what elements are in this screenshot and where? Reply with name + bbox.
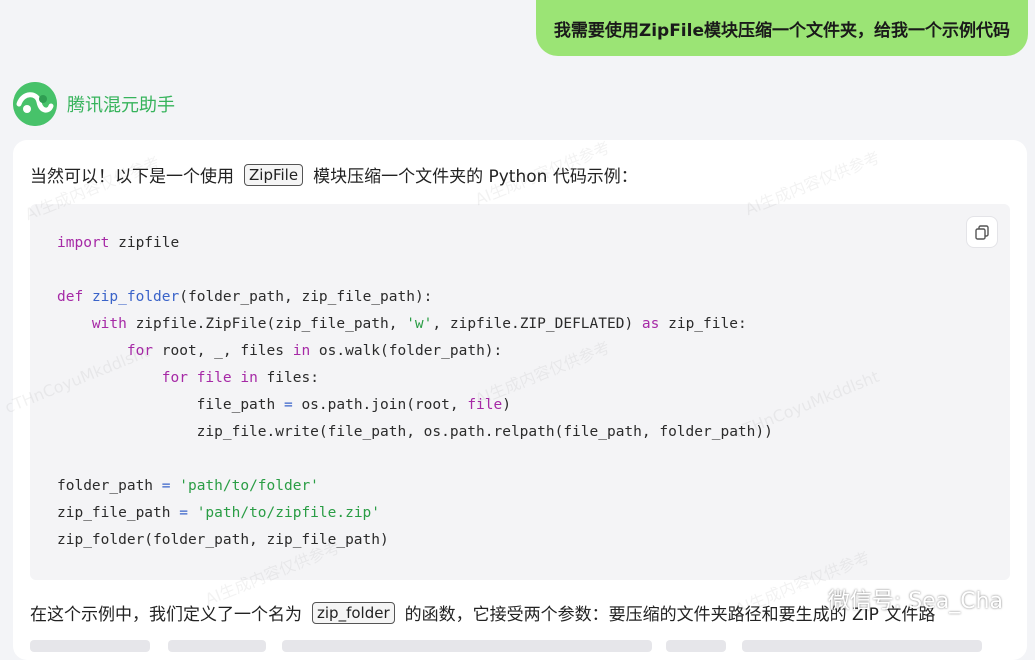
code-line: def zip_folder(folder_path, zip_file_pat… xyxy=(57,284,773,311)
code-token: zip_folder(folder_path, zip_file_path) xyxy=(57,532,389,548)
code-line: zip_file_path = 'path/to/zipfile.zip' xyxy=(57,500,773,527)
code-token: file xyxy=(467,397,503,413)
code-line: zip_folder(folder_path, zip_file_path) xyxy=(57,527,773,554)
code-line: file_path = os.path.join(root, file) xyxy=(57,392,773,419)
answer-intro: 当然可以！以下是一个使用 ZipFile 模块压缩一个文件夹的 Python 代… xyxy=(30,162,638,187)
partially-visible-line xyxy=(30,640,990,654)
code-token: zip_file: xyxy=(659,316,747,332)
code-line: for file in files: xyxy=(57,365,773,392)
code-token: 'path/to/folder' xyxy=(179,478,319,494)
code-token: (folder_path, zip_file_path): xyxy=(179,289,433,305)
code-token: os.path.join(root, xyxy=(292,397,468,413)
code-line: for root, _, files in os.walk(folder_pat… xyxy=(57,338,773,365)
code-token: = xyxy=(283,397,293,413)
code-token: zip_file_path xyxy=(57,505,180,521)
code-token: files: xyxy=(257,370,319,386)
code-token: in xyxy=(240,370,258,386)
user-message-text: 我需要使用ZipFile模块压缩一个文件夹，给我一个示例代码 xyxy=(553,20,1010,41)
inline-code-zipfile: ZipFile xyxy=(244,163,304,186)
code-token: = xyxy=(161,478,171,494)
assistant-header: 腾讯混元助手 xyxy=(13,82,175,126)
wechat-label: 微信号: Sea_Cha xyxy=(827,589,1003,614)
copy-icon xyxy=(975,225,989,240)
intro-text-before: 当然可以！以下是一个使用 xyxy=(30,167,234,187)
code-line: with zipfile.ZipFile(zip_file_path, 'w',… xyxy=(57,311,773,338)
code-token: 'w' xyxy=(406,316,433,332)
assistant-answer-card: 当然可以！以下是一个使用 ZipFile 模块压缩一个文件夹的 Python 代… xyxy=(13,140,1027,660)
wechat-watermark: 微信号: Sea_Cha xyxy=(793,583,1003,615)
code-token: ) xyxy=(502,397,511,413)
code-token: zipfile xyxy=(109,235,180,251)
code-token: with xyxy=(91,316,127,332)
code-content: import zipfile def zip_folder(folder_pat… xyxy=(57,230,773,554)
code-block: import zipfile def zip_folder(folder_pat… xyxy=(30,204,1010,580)
hunyuan-logo-icon xyxy=(13,82,57,126)
code-token: file_path xyxy=(57,397,284,413)
code-token: os.walk(folder_path): xyxy=(310,343,503,359)
code-line: zip_file.write(file_path, os.path.relpat… xyxy=(57,419,773,446)
code-token: import xyxy=(57,235,110,251)
code-token: for xyxy=(126,343,154,359)
code-token: as xyxy=(641,316,660,332)
wechat-icon xyxy=(793,588,820,609)
code-token: 'path/to/zipfile.zip' xyxy=(196,505,381,521)
code-token: = xyxy=(179,505,188,521)
code-token: zip_file.write(file_path, os.path.relpat… xyxy=(57,424,773,440)
assistant-name: 腾讯混元助手 xyxy=(67,95,175,116)
code-token: , zipfile.ZIP_DEFLATED) xyxy=(432,316,642,332)
inline-code-zip-folder: zip_folder xyxy=(312,601,395,624)
code-token: for xyxy=(161,370,188,386)
intro-text-after: 模块压缩一个文件夹的 Python 代码示例： xyxy=(313,167,638,187)
code-token: zipfile.ZipFile(zip_file_path, xyxy=(126,316,407,332)
code-line: folder_path = 'path/to/folder' xyxy=(57,473,773,500)
copy-code-button[interactable] xyxy=(966,216,998,248)
code-token: in xyxy=(292,343,311,359)
code-token: zip_folder xyxy=(91,289,180,305)
code-token: folder_path xyxy=(57,478,162,494)
user-message-bubble: 我需要使用ZipFile模块压缩一个文件夹，给我一个示例代码 xyxy=(535,0,1028,56)
code-token: file xyxy=(196,370,232,386)
explanation-text-before: 在这个示例中，我们定义了一个名为 xyxy=(30,605,302,625)
code-token: def xyxy=(57,289,84,305)
code-token: root, _, files xyxy=(153,343,293,359)
code-line: import zipfile xyxy=(57,230,773,257)
